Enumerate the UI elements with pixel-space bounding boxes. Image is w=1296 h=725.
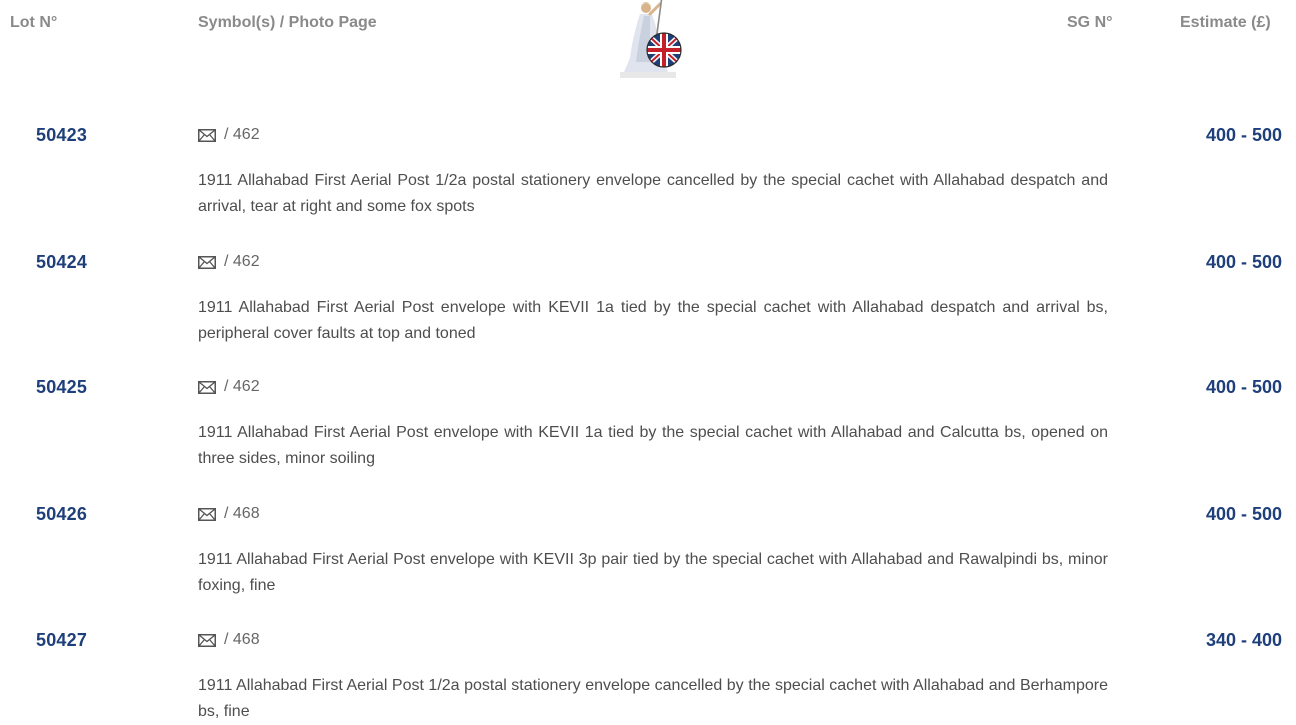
photo-page-ref[interactable]: / 462	[224, 378, 260, 396]
lot-description: 1911 Allahabad First Aerial Post envelop…	[198, 424, 1108, 467]
envelope-icon	[198, 255, 216, 269]
lot-number[interactable]: 50424	[36, 252, 87, 273]
photo-page-ref[interactable]: / 468	[224, 631, 260, 649]
lot-number[interactable]: 50426	[36, 504, 87, 525]
column-header-symbol: Symbol(s) / Photo Page	[198, 14, 377, 31]
lot-symbols: / 462	[198, 253, 260, 271]
lot-estimate: 400 - 500	[1205, 377, 1282, 397]
lot-symbols: / 468	[198, 631, 260, 649]
lot-estimate: 340 - 400	[1205, 630, 1282, 650]
lot-description: 1911 Allahabad First Aerial Post 1/2a po…	[198, 677, 1108, 720]
lot-number[interactable]: 50425	[36, 377, 87, 398]
column-header-sg: SG N°	[1067, 14, 1113, 31]
lot-description: 1911 Allahabad First Aerial Post 1/2a po…	[198, 172, 1108, 215]
lot-number[interactable]: 50427	[36, 630, 87, 651]
lot-estimate: 400 - 500	[1205, 252, 1282, 272]
lot-symbols: / 462	[198, 378, 260, 396]
photo-page-ref[interactable]: / 468	[224, 505, 260, 523]
lot-description: 1911 Allahabad First Aerial Post envelop…	[198, 551, 1108, 594]
photo-page-ref[interactable]: / 462	[224, 126, 260, 144]
lot-estimate: 400 - 500	[1205, 125, 1282, 145]
envelope-icon	[198, 128, 216, 142]
britannia-logo	[620, 0, 682, 78]
envelope-icon	[198, 507, 216, 521]
envelope-icon	[198, 380, 216, 394]
photo-page-ref[interactable]: / 462	[224, 253, 260, 271]
lot-estimate: 400 - 500	[1205, 504, 1282, 524]
lot-symbols: / 462	[198, 126, 260, 144]
envelope-icon	[198, 633, 216, 647]
column-header-estimate: Estimate (£)	[1180, 14, 1271, 31]
lot-description: 1911 Allahabad First Aerial Post envelop…	[198, 299, 1108, 342]
lot-number[interactable]: 50423	[36, 125, 87, 146]
lot-symbols: / 468	[198, 505, 260, 523]
column-header-lot: Lot N°	[10, 14, 58, 31]
